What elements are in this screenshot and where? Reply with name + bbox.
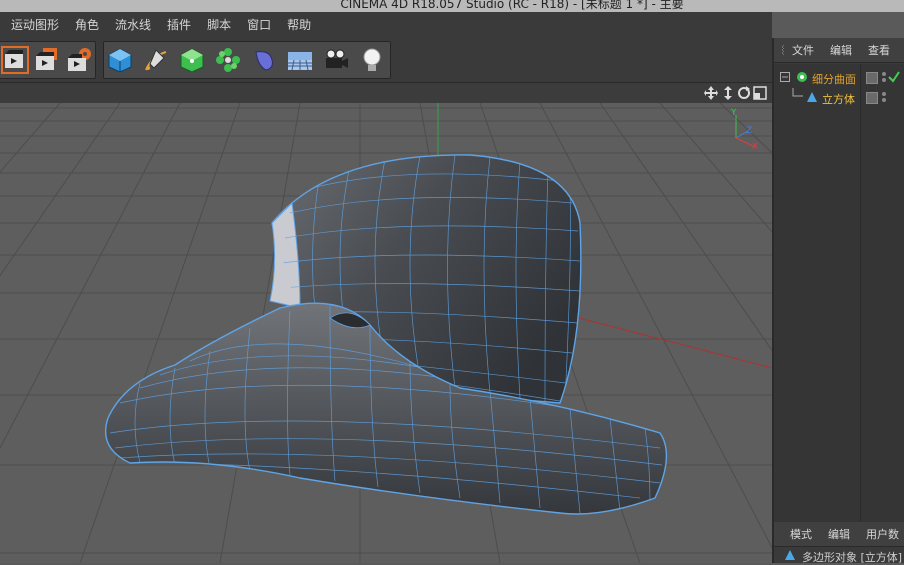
layer-flag-icon[interactable]	[866, 72, 878, 84]
render-picture-viewer-icon[interactable]	[31, 44, 63, 76]
visibility-render-dot[interactable]	[882, 78, 886, 82]
polygon-object-icon	[807, 92, 817, 102]
render-view-icon[interactable]	[0, 44, 31, 76]
object-manager-tabs: 文件 编辑 查看	[774, 38, 904, 63]
menu-plugins[interactable]: 插件	[159, 12, 199, 38]
deformer-bend-icon[interactable]	[248, 44, 280, 76]
panel-grip-icon[interactable]	[782, 45, 784, 55]
maximize-view-icon[interactable]	[753, 86, 767, 100]
object-name: 细分曲面	[812, 73, 856, 86]
gizmo-z-label: Z	[746, 126, 752, 136]
pen-spline-icon[interactable]	[140, 44, 172, 76]
render-toolbar-group	[0, 41, 96, 79]
3d-viewport[interactable]: Y Z X	[0, 103, 772, 563]
menu-script[interactable]: 脚本	[199, 12, 239, 38]
object-row-subdivision[interactable]: 细分曲面	[774, 68, 904, 87]
render-settings-icon[interactable]	[63, 44, 95, 76]
visibility-editor-dot[interactable]	[882, 92, 886, 96]
object-name: 立方体	[822, 93, 855, 106]
viewport-header	[0, 82, 772, 104]
tab-edit[interactable]: 编辑	[830, 42, 852, 58]
attribute-selection: 多边形对象 [立方体]	[774, 546, 904, 564]
polygon-object-icon	[785, 550, 795, 560]
object-list: 细分曲面 立方体	[774, 64, 904, 522]
visibility-editor-dot[interactable]	[882, 72, 886, 76]
menu-window[interactable]: 窗口	[239, 12, 279, 38]
main-toolbar	[0, 38, 772, 82]
rotate-view-icon[interactable]	[737, 86, 751, 100]
right-panel: 文件 编辑 查看 细分曲面 立方体 模式 编辑 用户数 多边形对象 [立方体]	[772, 38, 904, 564]
menu-mograph[interactable]: 运动图形	[0, 12, 67, 38]
zoom-view-icon[interactable]	[721, 86, 735, 100]
move-view-icon[interactable]	[704, 86, 718, 100]
menu-help[interactable]: 帮助	[279, 12, 319, 38]
enabled-check-icon[interactable]	[888, 71, 900, 83]
subdivision-surface-icon[interactable]	[176, 44, 208, 76]
layer-flag-icon[interactable]	[866, 92, 878, 104]
gizmo-x-label: X	[752, 142, 758, 152]
gizmo-y-label: Y	[730, 108, 737, 118]
floor-environment-icon[interactable]	[284, 44, 316, 76]
menu-bar: 运动图形 角色 流水线 插件 脚本 窗口 帮助	[0, 12, 772, 38]
viewport-scene: Y Z X	[0, 103, 772, 563]
tab-file[interactable]: 文件	[792, 42, 814, 58]
cube-icon[interactable]	[104, 44, 136, 76]
menu-character[interactable]: 角色	[67, 12, 107, 38]
menu-pipeline[interactable]: 流水线	[107, 12, 159, 38]
world-x-axis	[559, 312, 772, 369]
column-divider	[860, 64, 861, 522]
axis-gizmo: Y Z X	[730, 108, 758, 152]
visibility-render-dot[interactable]	[882, 98, 886, 102]
object-row-cube[interactable]: 立方体	[774, 88, 904, 107]
tab-edit[interactable]: 编辑	[828, 526, 850, 542]
tree-branch-line	[792, 88, 803, 97]
tab-user-data[interactable]: 用户数	[866, 526, 899, 542]
light-icon[interactable]	[356, 44, 388, 76]
tree-collapse-icon[interactable]	[780, 72, 790, 82]
window-title: CINEMA 4D R18.057 Studio (RC - R18) - [未…	[340, 0, 684, 11]
tab-view[interactable]: 查看	[868, 42, 890, 58]
object-toolbar-group	[103, 41, 391, 79]
camera-icon[interactable]	[320, 44, 352, 76]
window-titlebar: CINEMA 4D R18.057 Studio (RC - R18) - [未…	[0, 0, 904, 12]
attribute-manager-tabs: 模式 编辑 用户数	[774, 522, 904, 547]
subdivided-mesh[interactable]	[104, 154, 668, 515]
cloner-icon[interactable]	[212, 44, 244, 76]
subdivision-surface-icon	[797, 72, 807, 82]
tab-mode[interactable]: 模式	[790, 526, 812, 542]
